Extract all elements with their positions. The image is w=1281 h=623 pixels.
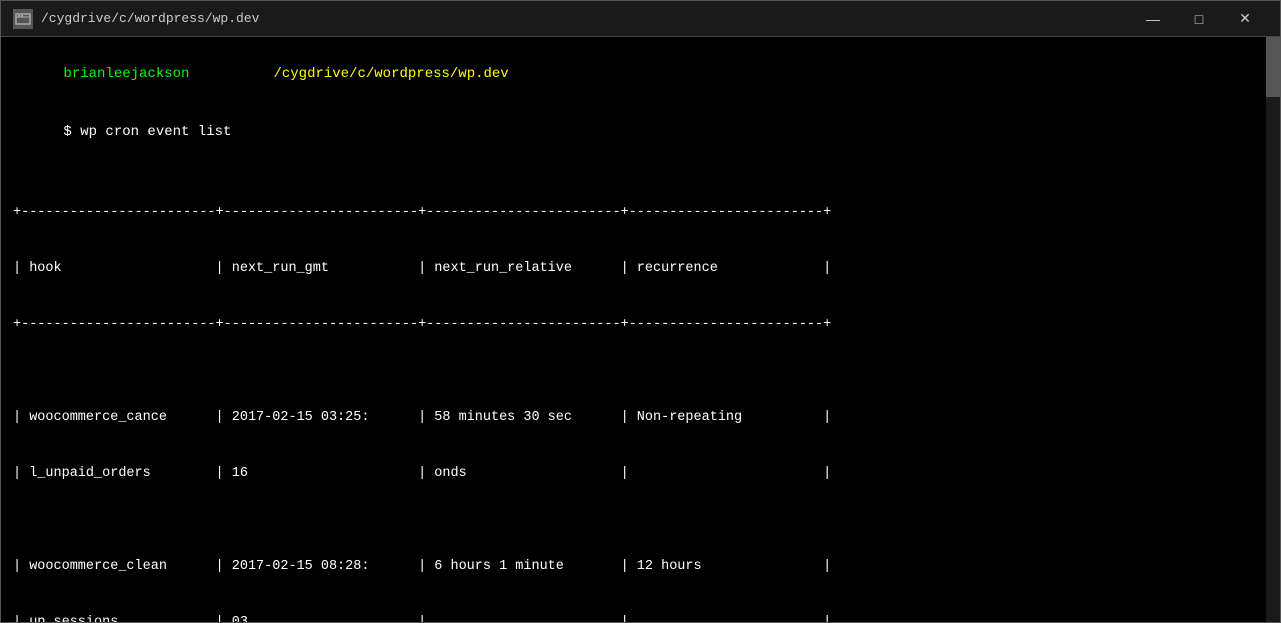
table-row: | up_sessions | 03 | | | — [13, 614, 1268, 622]
minimize-button[interactable]: — — [1130, 1, 1176, 37]
window-controls: — □ ✕ — [1130, 1, 1268, 37]
scrollbar-thumb[interactable] — [1266, 37, 1280, 97]
titlebar: /cygdrive/c/wordpress/wp.dev — □ ✕ — [1, 1, 1280, 37]
command-text: $ wp cron event list — [63, 124, 231, 140]
terminal-content[interactable]: brianleejackson /cygdrive/c/wordpress/wp… — [1, 37, 1280, 622]
cron-table: +------------------------+--------------… — [13, 167, 1268, 622]
table-row: | l_unpaid_orders | 16 | onds | | — [13, 465, 1268, 484]
command-line: $ wp cron event list — [13, 104, 1268, 163]
terminal-window: /cygdrive/c/wordpress/wp.dev — □ ✕ brian… — [0, 0, 1281, 623]
window-title: /cygdrive/c/wordpress/wp.dev — [41, 11, 1130, 26]
table-row: | woocommerce_clean | 2017-02-15 08:28: … — [13, 558, 1268, 577]
table-row: | woocommerce_cance | 2017-02-15 03:25: … — [13, 409, 1268, 428]
separator-top: +------------------------+--------------… — [13, 204, 1268, 223]
separator-mid: +------------------------+--------------… — [13, 316, 1268, 335]
window-icon — [13, 9, 33, 29]
scrollbar[interactable] — [1266, 37, 1280, 622]
table-header: | hook | next_run_gmt | next_run_relativ… — [13, 260, 1268, 279]
current-path: /cygdrive/c/wordpress/wp.dev — [273, 66, 508, 82]
close-button[interactable]: ✕ — [1222, 1, 1268, 37]
maximize-button[interactable]: □ — [1176, 1, 1222, 37]
username: brianleejackson — [63, 66, 189, 82]
prompt-user-path: brianleejackson /cygdrive/c/wordpress/wp… — [13, 45, 1268, 104]
